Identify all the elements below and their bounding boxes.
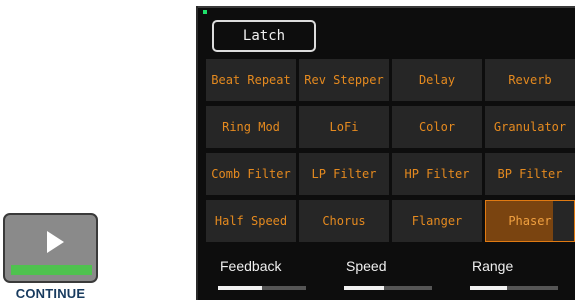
continue-button[interactable] [3, 213, 98, 283]
speed-slider-fill [344, 286, 384, 290]
effect-button-bp-filter[interactable]: BP Filter [485, 153, 575, 195]
feedback-slider-fill [218, 286, 262, 290]
effect-button-flanger[interactable]: Flanger [392, 200, 482, 242]
play-icon [47, 231, 64, 253]
range-slider-fill [470, 286, 507, 290]
panel-top-border [198, 6, 575, 8]
effect-button-lofi[interactable]: LoFi [299, 106, 389, 148]
feedback-slider[interactable] [218, 286, 306, 290]
effect-button-comb-filter[interactable]: Comb Filter [206, 153, 296, 195]
speed-slider[interactable] [344, 286, 432, 290]
effect-button-reverb[interactable]: Reverb [485, 59, 575, 101]
effect-button-beat-repeat[interactable]: Beat Repeat [206, 59, 296, 101]
effect-button-color[interactable]: Color [392, 106, 482, 148]
effect-button-phaser[interactable]: Phaser [485, 200, 575, 242]
effect-button-chorus[interactable]: Chorus [299, 200, 389, 242]
feedback-label: Feedback [220, 258, 282, 274]
range-label: Range [472, 258, 514, 274]
effect-button-granulator[interactable]: Granulator [485, 106, 575, 148]
effects-panel: Latch Beat Repeat Rev Stepper Delay Reve… [196, 6, 575, 300]
effect-button-rev-stepper[interactable]: Rev Stepper [299, 59, 389, 101]
continue-label: CONTINUE [15, 286, 86, 301]
effect-button-delay[interactable]: Delay [392, 59, 482, 101]
speed-label: Speed [346, 258, 387, 274]
continue-progress-bar [11, 265, 92, 275]
effect-button-hp-filter[interactable]: HP Filter [392, 153, 482, 195]
effect-button-half-speed[interactable]: Half Speed [206, 200, 296, 242]
latch-button[interactable]: Latch [212, 20, 316, 52]
effect-button-lp-filter[interactable]: LP Filter [299, 153, 389, 195]
status-led-icon [203, 10, 207, 14]
effects-grid: Beat Repeat Rev Stepper Delay Reverb Rin… [206, 59, 575, 242]
range-slider[interactable] [470, 286, 558, 290]
effect-button-ring-mod[interactable]: Ring Mod [206, 106, 296, 148]
